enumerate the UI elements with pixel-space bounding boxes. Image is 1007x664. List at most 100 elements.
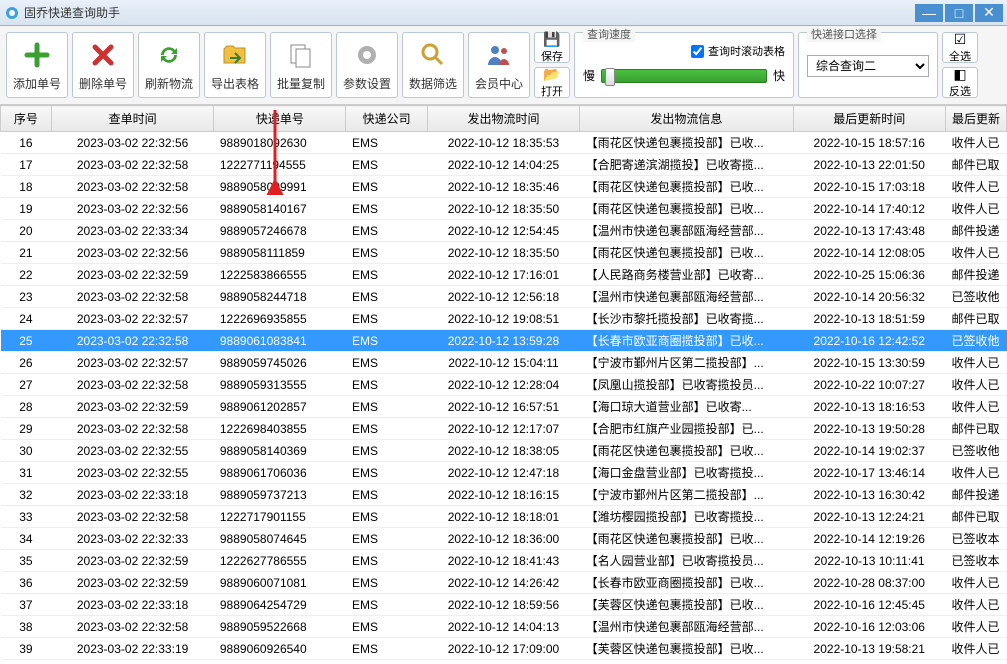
cell-update-info: 已签收他 (945, 440, 1006, 462)
table-row[interactable]: 392023-03-02 22:33:199889060926540EMS202… (1, 638, 1007, 660)
cell-update-time: 2022-10-15 18:57:16 (793, 132, 945, 154)
settings-button[interactable]: 参数设置 (336, 32, 398, 98)
table-row[interactable]: 282023-03-02 22:32:599889061202857EMS202… (1, 396, 1007, 418)
speed-slider[interactable] (601, 69, 767, 83)
delete-trackno-button[interactable]: 删除单号 (72, 32, 134, 98)
export-button[interactable]: 导出表格 (204, 32, 266, 98)
col-ship-info[interactable]: 发出物流信息 (580, 106, 793, 132)
cell-company: EMS (346, 198, 427, 220)
cell-seq: 33 (1, 506, 52, 528)
col-update-info[interactable]: 最后更新 (945, 106, 1006, 132)
filter-button[interactable]: 数据筛选 (402, 32, 464, 98)
select-all-button[interactable]: ☑全选 (942, 32, 978, 63)
cell-update-info: 邮件投递 (945, 484, 1006, 506)
add-trackno-button[interactable]: 添加单号 (6, 32, 68, 98)
table-row[interactable]: 352023-03-02 22:32:591222627786555EMS202… (1, 550, 1007, 572)
minimize-button[interactable]: — (915, 4, 943, 22)
copy-button[interactable]: 批量复制 (270, 32, 332, 98)
col-seq[interactable]: 序号 (1, 106, 52, 132)
gear-icon (351, 39, 383, 71)
close-button[interactable]: ✕ (975, 4, 1003, 22)
cell-seq: 30 (1, 440, 52, 462)
table-row[interactable]: 342023-03-02 22:32:339889058074645EMS202… (1, 528, 1007, 550)
cell-ship-time: 2022-10-12 14:04:13 (427, 616, 579, 638)
table-row[interactable]: 312023-03-02 22:32:559889061706036EMS202… (1, 462, 1007, 484)
table-row[interactable]: 162023-03-02 22:32:569889018092630EMS202… (1, 132, 1007, 154)
cell-ship-info: 【合肥寄递滨湖揽投】已收寄揽... (580, 154, 793, 176)
cell-ship-info: 【雨花区快递包裹揽投部】已收... (580, 242, 793, 264)
cell-ship-time: 2022-10-12 18:59:56 (427, 594, 579, 616)
folder-icon: 📂 (543, 66, 560, 83)
cell-query-time: 2023-03-02 22:32:57 (51, 308, 214, 330)
cell-company: EMS (346, 638, 427, 660)
cell-update-time: 2022-10-13 19:50:28 (793, 418, 945, 440)
cell-ship-info: 【雨花区快递包裹揽投部】已收... (580, 176, 793, 198)
cell-ship-time: 2022-10-12 14:26:42 (427, 572, 579, 594)
table-row[interactable]: 272023-03-02 22:32:589889059313555EMS202… (1, 374, 1007, 396)
table-row[interactable]: 332023-03-02 22:32:581222717901155EMS202… (1, 506, 1007, 528)
cell-update-time: 2022-10-15 13:30:59 (793, 352, 945, 374)
table-row[interactable]: 182023-03-02 22:32:589889058009991EMS202… (1, 176, 1007, 198)
col-query-time[interactable]: 查单时间 (51, 106, 214, 132)
cell-update-time: 2022-10-15 17:03:18 (793, 176, 945, 198)
cell-ship-info: 【名人园营业部】已收寄揽投员... (580, 550, 793, 572)
table-row[interactable]: 402023-03-02 22:32:589889058221573EMS202… (1, 660, 1007, 664)
table-row[interactable]: 302023-03-02 22:32:559889058140369EMS202… (1, 440, 1007, 462)
member-button[interactable]: 会员中心 (468, 32, 530, 98)
table-row[interactable]: 222023-03-02 22:32:591222583866555EMS202… (1, 264, 1007, 286)
col-ship-time[interactable]: 发出物流时间 (427, 106, 579, 132)
x-icon (87, 39, 119, 71)
table-row[interactable]: 262023-03-02 22:32:579889059745026EMS202… (1, 352, 1007, 374)
cell-ship-time: 2022-10-12 12:54:45 (427, 220, 579, 242)
cell-ship-time: 2022-10-12 16:57:51 (427, 396, 579, 418)
cell-company: EMS (346, 528, 427, 550)
table-row[interactable]: 242023-03-02 22:32:571222696935855EMS202… (1, 308, 1007, 330)
cell-update-time: 2022-10-14 12:19:26 (793, 528, 945, 550)
table-row[interactable]: 172023-03-02 22:32:581222771194555EMS202… (1, 154, 1007, 176)
cell-ship-info: 【海口琼大道营业部】已收寄... (580, 396, 793, 418)
table-row[interactable]: 322023-03-02 22:33:189889059737213EMS202… (1, 484, 1007, 506)
cell-ship-time: 2022-10-12 17:16:01 (427, 264, 579, 286)
maximize-button[interactable]: □ (945, 4, 973, 22)
cell-seq: 37 (1, 594, 52, 616)
cell-update-info: 收件人已 (945, 176, 1006, 198)
cell-company: EMS (346, 660, 427, 664)
col-track-no[interactable]: 快递单号 (214, 106, 346, 132)
invert-select-button[interactable]: ◧反选 (942, 67, 978, 98)
cell-company: EMS (346, 396, 427, 418)
table-row[interactable]: 382023-03-02 22:32:589889059522668EMS202… (1, 616, 1007, 638)
folder-export-icon (219, 39, 251, 71)
cell-track-no: 9889061083841 (214, 330, 346, 352)
table-row[interactable]: 212023-03-02 22:32:569889058111859EMS202… (1, 242, 1007, 264)
cell-seq: 24 (1, 308, 52, 330)
cell-ship-info: 【人民路商务楼营业部】已收寄... (580, 264, 793, 286)
cell-company: EMS (346, 374, 427, 396)
speed-panel: 查询速度 查询时滚动表格 慢 快 (574, 32, 794, 98)
cell-company: EMS (346, 506, 427, 528)
cell-query-time: 2023-03-02 22:32:59 (51, 396, 214, 418)
cell-update-time: 2022-10-25 15:06:36 (793, 264, 945, 286)
interface-select[interactable]: 综合查询二 (807, 55, 929, 77)
cell-company: EMS (346, 352, 427, 374)
col-company[interactable]: 快递公司 (346, 106, 427, 132)
table-row[interactable]: 292023-03-02 22:32:581222698403855EMS202… (1, 418, 1007, 440)
table-row[interactable]: 202023-03-02 22:33:349889057246678EMS202… (1, 220, 1007, 242)
table-row[interactable]: 362023-03-02 22:32:599889060071081EMS202… (1, 572, 1007, 594)
slider-thumb[interactable] (605, 68, 615, 86)
table-row[interactable]: 192023-03-02 22:32:569889058140167EMS202… (1, 198, 1007, 220)
cell-track-no: 9889058140369 (214, 440, 346, 462)
refresh-button[interactable]: 刷新物流 (138, 32, 200, 98)
table-row[interactable]: 252023-03-02 22:32:589889061083841EMS202… (1, 330, 1007, 352)
save-button[interactable]: 💾保存 (534, 32, 570, 63)
table-row[interactable]: 232023-03-02 22:32:589889058244718EMS202… (1, 286, 1007, 308)
cell-ship-time: 2022-10-12 18:41:43 (427, 550, 579, 572)
selectall-icon: ☑ (954, 31, 967, 48)
scroll-on-query-checkbox[interactable] (691, 45, 704, 58)
cell-ship-time: 2022-10-12 19:08:51 (427, 308, 579, 330)
cell-update-info: 邮件已取 (945, 506, 1006, 528)
open-button[interactable]: 📂打开 (534, 67, 570, 98)
cell-update-info: 已签收他 (945, 286, 1006, 308)
cell-ship-info: 【芙蓉区快递包裹揽投部】已收... (580, 594, 793, 616)
table-row[interactable]: 372023-03-02 22:33:189889064254729EMS202… (1, 594, 1007, 616)
col-update-time[interactable]: 最后更新时间 (793, 106, 945, 132)
